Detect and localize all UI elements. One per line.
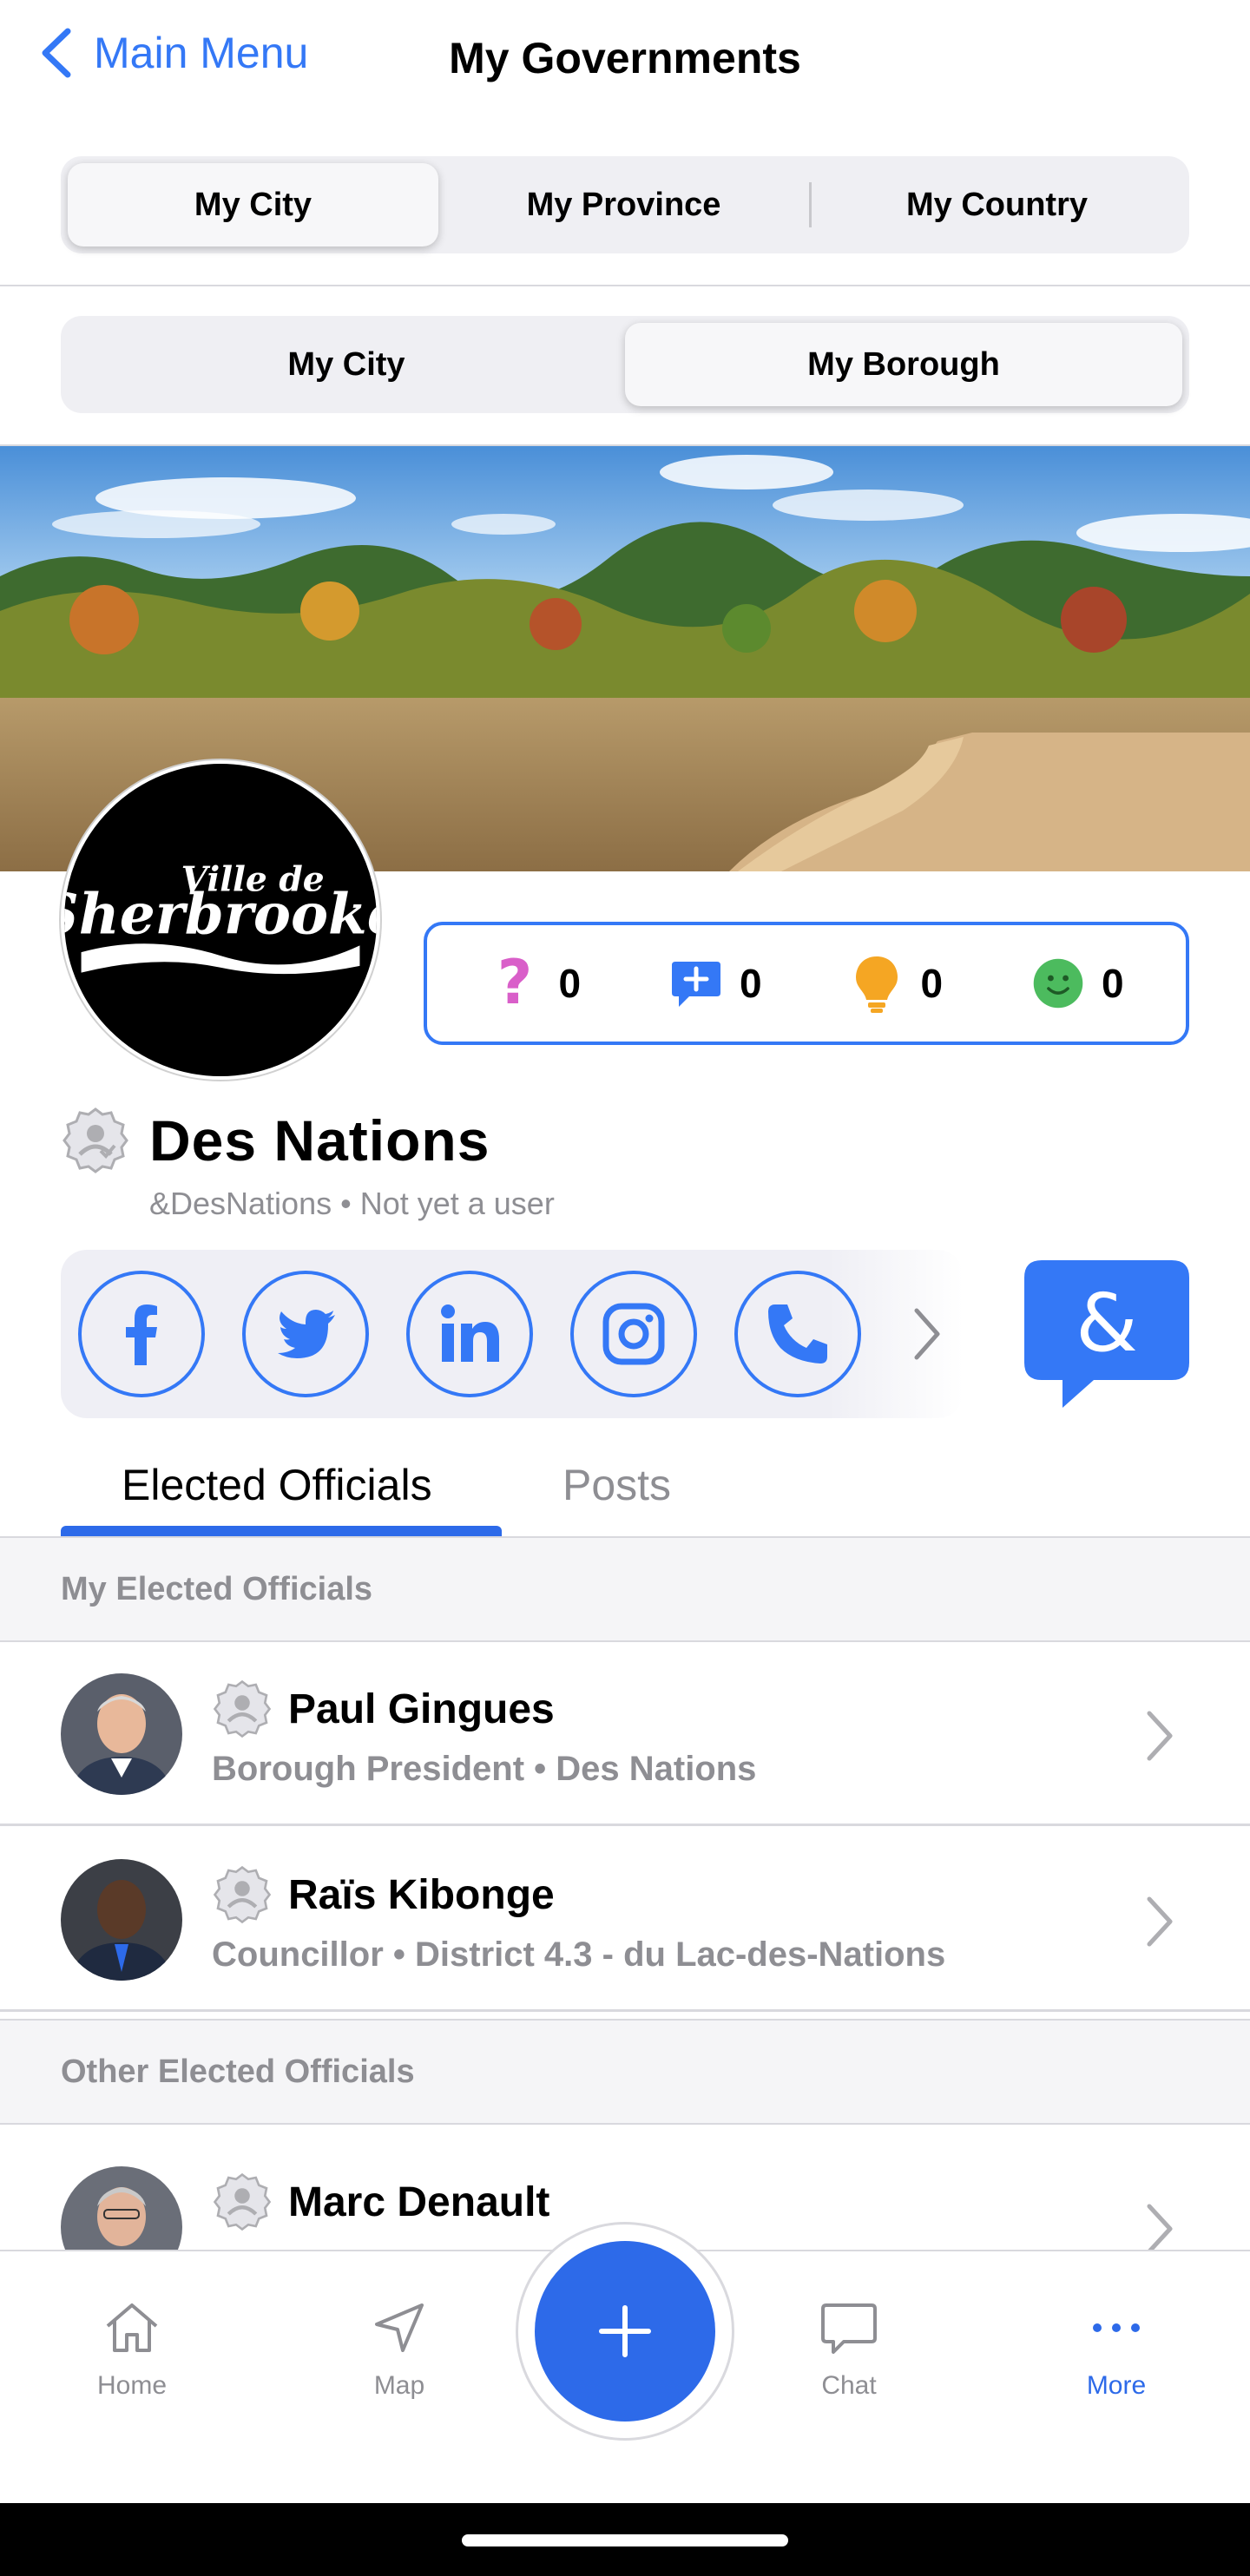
engagement-stats: ? 0 0 0 0 [424, 922, 1189, 1045]
lightbulb-icon [856, 956, 898, 1013]
tab-chat[interactable]: Chat [762, 2297, 936, 2401]
ideas-count: 0 [920, 961, 944, 1006]
questions-count: 0 [558, 961, 582, 1006]
proposals-stat[interactable]: 0 [670, 953, 762, 1014]
facebook-icon [126, 1304, 157, 1365]
tab-my-city[interactable]: My City [68, 163, 438, 246]
verified-badge-icon [213, 2172, 272, 2231]
tab-my-province[interactable]: My Province [438, 163, 809, 246]
satisfaction-count: 0 [1101, 961, 1124, 1006]
tab-elected-officials[interactable]: Elected Officials [122, 1460, 432, 1510]
home-icon [106, 2303, 158, 2352]
tab-more[interactable]: More [1030, 2297, 1203, 2401]
ideas-stat[interactable]: 0 [851, 953, 943, 1014]
svg-text:&: & [1076, 1277, 1138, 1370]
city-borough-segmented-control: My City My Borough [61, 316, 1189, 413]
profile-handle: &DesNations • Not yet a user [149, 1186, 555, 1221]
section-title: My Elected Officials [61, 1571, 373, 1607]
smiley-icon [1033, 958, 1083, 1009]
phone-icon [768, 1304, 827, 1364]
tab-more-label: More [1086, 2371, 1147, 2400]
nav-header: Main Menu My Governments [0, 0, 1250, 130]
chat-bubble-icon [821, 2303, 877, 2354]
official-name: Marc Denault [288, 2179, 550, 2225]
instagram-button[interactable] [570, 1271, 697, 1397]
proposals-count: 0 [739, 961, 762, 1006]
section-header-my-officials: My Elected Officials [0, 1536, 1250, 1642]
twitter-button[interactable] [242, 1271, 369, 1397]
home-indicator-bar [0, 2503, 1250, 2576]
section-header-other-officials: Other Elected Officials [0, 2019, 1250, 2125]
social-links-row [61, 1250, 964, 1418]
home-indicator[interactable] [462, 2534, 788, 2546]
navigation-arrow-icon [375, 2303, 424, 2352]
verified-badge-icon [62, 1107, 128, 1173]
section-title: Other Elected Officials [61, 2054, 415, 2090]
official-name: Raïs Kibonge [288, 1872, 555, 1918]
official-row[interactable]: Raïs Kibonge Councillor • District 4.3 -… [0, 1828, 1250, 2012]
phone-button[interactable] [734, 1271, 861, 1397]
tab-chat-label: Chat [821, 2371, 877, 2400]
avatar [61, 1673, 182, 1795]
official-role: Councillor • District 4.3 - du Lac-des-N… [212, 1935, 946, 1974]
twitter-icon [278, 1310, 335, 1358]
ampersand-chat-button[interactable]: & [1024, 1260, 1189, 1408]
page-title: My Governments [449, 34, 801, 82]
plus-icon [599, 2305, 651, 2357]
linkedin-button[interactable] [406, 1271, 533, 1397]
official-name: Paul Gingues [288, 1686, 555, 1732]
tab-map[interactable]: Map [312, 2297, 486, 2401]
more-dots-icon [1093, 2323, 1140, 2332]
avatar [61, 1859, 182, 1981]
active-tab-indicator [61, 1526, 502, 1536]
questions-stat[interactable]: ? 0 [489, 953, 581, 1014]
tab-borough[interactable]: My Borough [625, 323, 1182, 406]
satisfaction-stat[interactable]: 0 [1032, 953, 1124, 1014]
tab-home[interactable]: Home [45, 2297, 219, 2401]
chevron-right-icon [1147, 2204, 1173, 2254]
facebook-button[interactable] [78, 1271, 205, 1397]
verified-badge-icon [213, 1865, 272, 1924]
city-logo: Ville de Sherbrooke [61, 760, 380, 1080]
government-segmented-control: My City My Province My Country [61, 156, 1189, 253]
official-role: Borough President • Des Nations [212, 1750, 757, 1788]
scroll-right-chevron-icon[interactable] [910, 1305, 944, 1363]
profile-name: Des Nations [149, 1108, 490, 1173]
add-comment-icon [671, 962, 720, 1007]
tab-posts[interactable]: Posts [562, 1460, 671, 1510]
tab-city[interactable]: My City [68, 323, 625, 406]
tab-map-label: Map [373, 2371, 425, 2400]
chevron-right-icon [1147, 1896, 1173, 1947]
instagram-icon [602, 1303, 665, 1365]
chevron-right-icon [1147, 1711, 1173, 1761]
official-row[interactable]: Paul Gingues Borough President • Des Nat… [0, 1642, 1250, 1826]
svg-text:?: ? [497, 953, 533, 1014]
linkedin-icon [441, 1304, 499, 1362]
question-icon: ? [497, 953, 533, 1014]
verified-badge-icon [213, 1679, 272, 1738]
create-button[interactable] [535, 2241, 715, 2422]
tab-home-label: Home [96, 2371, 168, 2400]
logo-text-main: Sherbrooke [64, 882, 377, 948]
divider [0, 285, 1250, 286]
tab-my-country[interactable]: My Country [812, 163, 1182, 246]
